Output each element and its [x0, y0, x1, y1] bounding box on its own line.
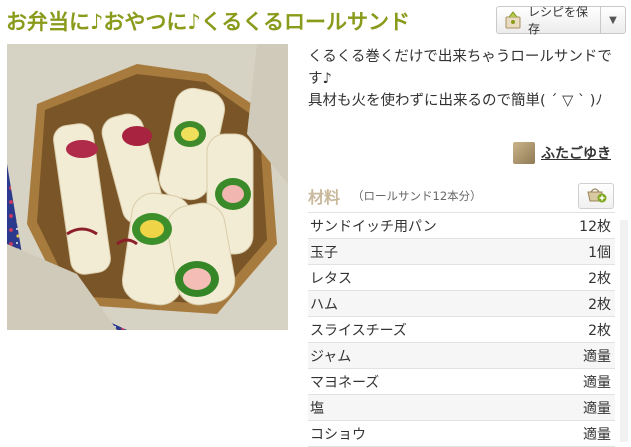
recipe-description: くるくる巻くだけで出来ちゃうロールサンドです♪ 具材も火を使わずに出来るので簡単… [308, 46, 624, 112]
ingredient-quantity: 2枚 [588, 270, 611, 287]
ingredient-name: 塩 [310, 400, 324, 417]
ingredient-name: スライスチーズ [310, 322, 407, 339]
save-recipe-button[interactable]: レシピを保存 ▼ [496, 5, 626, 36]
recipe-save-icon [502, 9, 524, 31]
ingredient-name: コショウ [310, 426, 366, 443]
recipe-title: お弁当に♪おやつに♪くるくるロールサンド [6, 10, 410, 34]
chevron-down-icon[interactable]: ▼ [601, 15, 625, 26]
ingredient-quantity: 2枚 [588, 322, 611, 339]
ingredient-name: ジャム [310, 348, 352, 365]
ingredient-name: サンドイッチ用パン [310, 218, 437, 235]
add-to-shopping-list-button[interactable] [578, 183, 614, 209]
ingredient-quantity: 適量 [583, 348, 611, 365]
ingredients-serving: （ロールサンド12本分） [352, 189, 482, 203]
ingredient-name: レタス [310, 270, 352, 287]
ingredient-quantity: 2枚 [588, 296, 611, 313]
ingredient-row: ジャム 適量 [308, 343, 615, 369]
ingredient-name: 玉子 [310, 244, 338, 261]
recipe-photo [7, 44, 288, 330]
ingredient-row: スライスチーズ 2枚 [308, 317, 615, 343]
save-recipe-label: レシピを保存 [528, 5, 589, 36]
ingredient-name: マヨネーズ [310, 374, 380, 391]
author-link[interactable]: ふたごゆき [513, 142, 611, 164]
shopping-basket-icon [585, 185, 607, 207]
author-name[interactable]: ふたごゆき [541, 143, 611, 163]
ingredient-name: ハム [310, 296, 338, 313]
ingredients-header: 材料 （ロールサンド12本分） [308, 182, 624, 210]
ingredient-quantity: 適量 [583, 374, 611, 391]
ingredient-row: マヨネーズ 適量 [308, 369, 615, 395]
ingredient-row: ハム 2枚 [308, 291, 615, 317]
ingredient-quantity: 1個 [588, 244, 611, 261]
ingredients-heading: 材料 [308, 188, 341, 207]
ingredient-row: サンドイッチ用パン 12枚 [308, 212, 615, 239]
ingredient-list: サンドイッチ用パン 12枚 玉子 1個 レタス 2枚 ハム 2枚 スライスチーズ 2枚 ジャム 適量マ… [308, 212, 615, 447]
ingredient-row: 塩 適量 [308, 395, 615, 421]
ingredient-row: 玉子 1個 [308, 239, 615, 265]
description-text: くるくる巻くだけで出来ちゃうロールサンドです♪ 具材も火を使わずに出来るので簡単… [308, 49, 612, 109]
ingredient-row: コショウ 適量 [308, 421, 615, 447]
scrollbar[interactable] [620, 220, 628, 442]
ingredient-quantity: 適量 [583, 426, 611, 443]
ingredient-row: レタス 2枚 [308, 265, 615, 291]
author-avatar[interactable] [513, 142, 535, 164]
ingredient-quantity: 12枚 [579, 218, 611, 235]
ingredient-quantity: 適量 [583, 400, 611, 417]
